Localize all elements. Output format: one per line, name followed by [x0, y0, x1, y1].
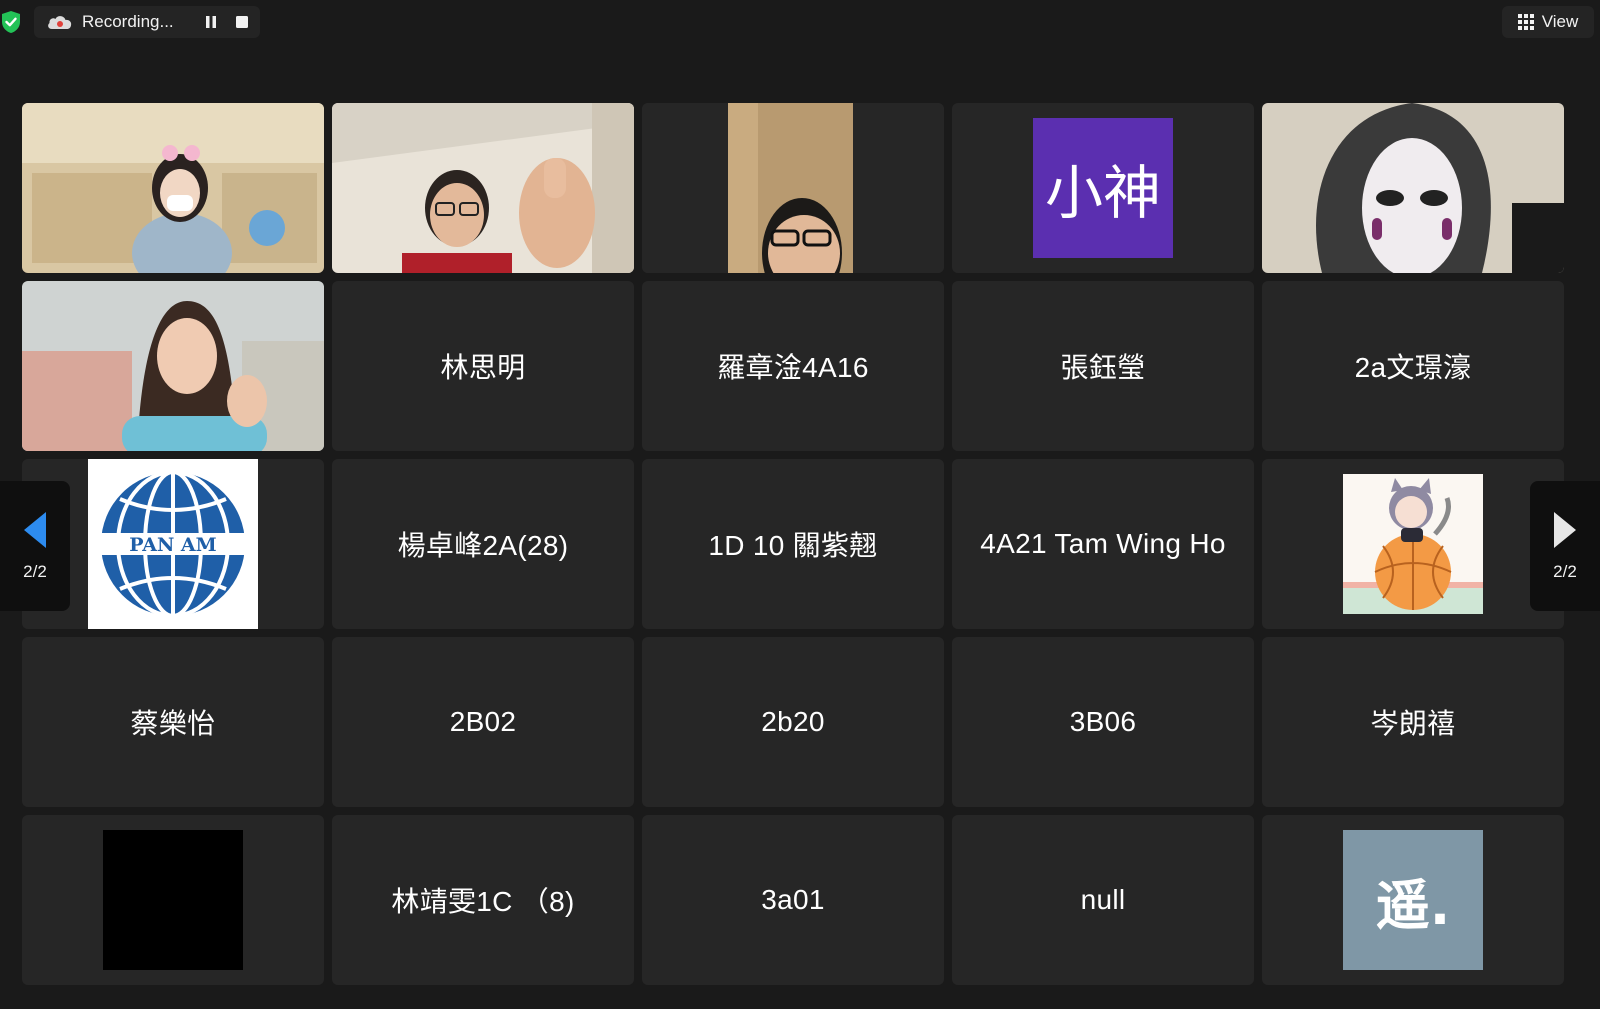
page-indicator: 2/2 [1553, 562, 1577, 581]
participant-name: 2a文璟濠 [1354, 352, 1472, 383]
participant-name-tile[interactable]: null [952, 815, 1254, 985]
panam-globe-icon: PAN AM [101, 470, 245, 618]
participant-name: 2B02 [449, 706, 517, 737]
avatar-initials: 遥. [1375, 873, 1451, 937]
participant-name: 1D 10 關紫翹 [708, 530, 878, 561]
participant-name: 羅章淦4A16 [717, 352, 869, 383]
caret-left-icon [24, 512, 46, 548]
participant-name: 林思明 [440, 352, 526, 383]
participant-image-tile[interactable] [22, 815, 324, 985]
cloud-record-icon [48, 16, 72, 29]
participant-video [22, 281, 324, 451]
previous-page-button[interactable]: 2/2 [0, 481, 70, 611]
participant-video [642, 103, 944, 273]
participant-name-tile[interactable]: 林靖雯1C （8) [332, 815, 634, 985]
participant-gallery-grid: 小神 林思明 羅章淦4A16 張鈺瑩 2a文璟濠 PAN AM 楊卓峰2A(28… [22, 103, 1564, 985]
anime-cat-avatar [1343, 474, 1483, 614]
participant-name-tile[interactable]: 3B06 [952, 637, 1254, 807]
participant-name: 3a01 [761, 884, 825, 915]
next-page-button[interactable]: 2/2 [1530, 481, 1600, 611]
participant-video-tile[interactable] [1262, 103, 1564, 273]
participant-image-tile[interactable] [1262, 459, 1564, 629]
participant-name: 蔡樂怡 [130, 708, 216, 739]
participant-name: 2b20 [761, 706, 825, 737]
meeting-topbar: Recording... View [0, 0, 1600, 50]
panam-logo-image: PAN AM [88, 459, 258, 629]
participant-name-tile[interactable]: 2B02 [332, 637, 634, 807]
grid-view-icon [1517, 14, 1534, 30]
stop-icon[interactable] [235, 15, 249, 29]
participant-name: null [1080, 884, 1126, 915]
caret-right-icon [1554, 512, 1576, 548]
participant-name: 4A21 Tam Wing Ho [980, 528, 1226, 559]
participant-video [1262, 103, 1564, 273]
participant-avatar: 小神 [1033, 118, 1173, 258]
recording-indicator[interactable]: Recording... [34, 6, 260, 38]
participant-name: 楊卓峰2A(28) [397, 530, 569, 561]
participant-name-tile[interactable]: 3a01 [642, 815, 944, 985]
page-indicator: 2/2 [23, 562, 47, 581]
participant-name: 岑朗禧 [1370, 708, 1456, 739]
participant-video-tile[interactable] [22, 103, 324, 273]
participant-name-tile[interactable]: 4A21 Tam Wing Ho [952, 459, 1254, 629]
participant-name: 張鈺瑩 [1060, 352, 1146, 383]
pause-icon[interactable] [204, 15, 218, 29]
participant-name-tile[interactable]: 岑朗禧 [1262, 637, 1564, 807]
view-button[interactable]: View [1502, 6, 1594, 38]
svg-text:PAN AM: PAN AM [129, 534, 216, 556]
participant-video-tile[interactable] [642, 103, 944, 273]
participant-name-tile[interactable]: 2a文璟濠 [1262, 281, 1564, 451]
participant-name-tile[interactable]: 2b20 [642, 637, 944, 807]
participant-name-tile[interactable]: 1D 10 關紫翹 [642, 459, 944, 629]
participant-avatar-tile[interactable]: 遥. [1262, 815, 1564, 985]
participant-video-tile[interactable] [22, 281, 324, 451]
view-label: View [1541, 12, 1579, 31]
participant-video [332, 103, 634, 273]
shield-check-icon[interactable] [0, 10, 22, 34]
participant-video-tile[interactable] [332, 103, 634, 273]
participant-avatar-tile[interactable]: 小神 [952, 103, 1254, 273]
participant-avatar: 遥. [1343, 830, 1483, 970]
participant-name: 林靖雯1C （8) [391, 886, 575, 917]
participant-name-tile[interactable]: 羅章淦4A16 [642, 281, 944, 451]
participant-name-tile[interactable]: 張鈺瑩 [952, 281, 1254, 451]
participant-name: 3B06 [1069, 706, 1137, 737]
participant-name-tile[interactable]: 蔡樂怡 [22, 637, 324, 807]
avatar-initials: 小神 [1044, 159, 1161, 227]
black-profile-image [103, 830, 243, 970]
participant-name-tile[interactable]: 林思明 [332, 281, 634, 451]
participant-video [22, 103, 324, 273]
recording-label: Recording... [82, 12, 174, 31]
participant-name-tile[interactable]: 楊卓峰2A(28) [332, 459, 634, 629]
